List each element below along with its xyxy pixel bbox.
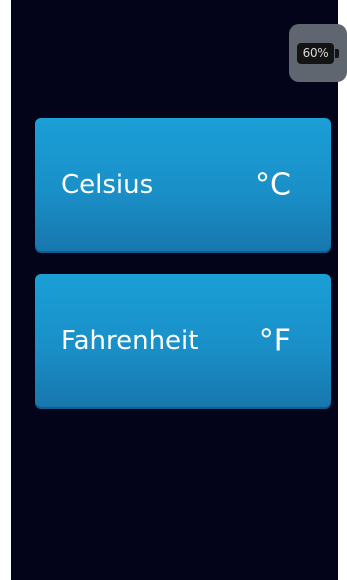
battery-cap bbox=[335, 49, 339, 58]
celsius-label: Celsius bbox=[61, 169, 154, 200]
fahrenheit-label: Fahrenheit bbox=[61, 325, 199, 356]
fahrenheit-button[interactable]: Fahrenheit °F bbox=[35, 274, 331, 407]
celsius-button[interactable]: Celsius °C bbox=[35, 118, 331, 251]
battery-percent: 60% bbox=[302, 46, 329, 60]
celsius-symbol: °C bbox=[255, 167, 291, 202]
battery-status-button[interactable]: 60% bbox=[289, 24, 347, 82]
fahrenheit-symbol: °F bbox=[258, 323, 291, 358]
battery-icon: 60% bbox=[297, 43, 334, 64]
